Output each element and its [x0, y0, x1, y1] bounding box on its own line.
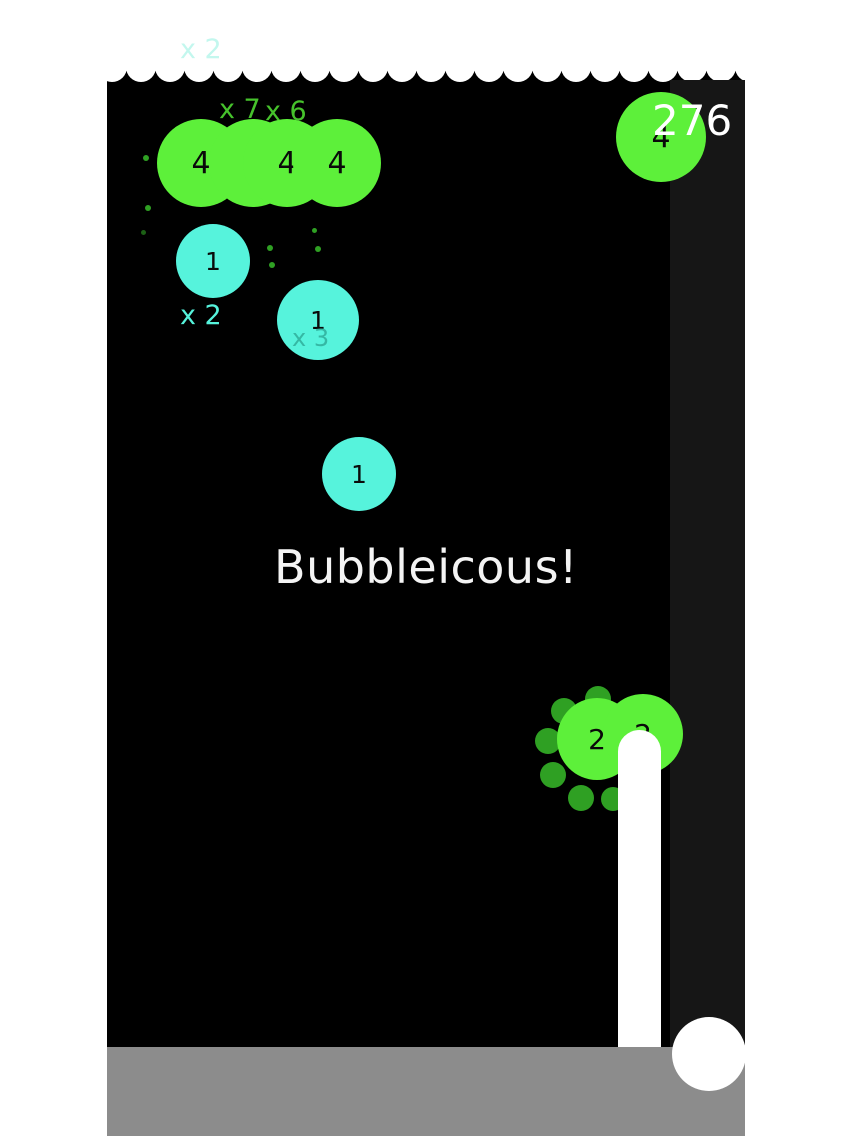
particle-dot	[540, 762, 566, 788]
particle-dot	[141, 230, 146, 235]
game-area[interactable]: x 2 4 4 4 x 7 x 6 4 276 1 x 2 1 x 3 1 Bu…	[107, 0, 745, 1136]
bubble-cyan: 1	[322, 437, 396, 511]
score-display: 276	[652, 96, 733, 145]
scallop	[416, 52, 446, 82]
scallop	[358, 52, 388, 82]
scallop	[329, 52, 359, 82]
scallop	[242, 52, 272, 82]
scallop	[590, 52, 620, 82]
particle-dot	[267, 245, 273, 251]
particle-dot	[568, 785, 594, 811]
next-bubble[interactable]	[672, 1017, 745, 1091]
particle-dot	[269, 262, 275, 268]
scallop	[677, 52, 707, 82]
bubble-green: 4	[293, 119, 381, 207]
scallop	[648, 52, 678, 82]
launcher-bar[interactable]	[618, 730, 661, 1050]
scallop	[619, 52, 649, 82]
scallop	[474, 52, 504, 82]
scallop	[300, 52, 330, 82]
multiplier-label: x 7	[219, 94, 261, 125]
multiplier-label: x 2	[180, 300, 222, 331]
particle-dot	[143, 155, 149, 161]
multiplier-label: x 2	[180, 34, 222, 65]
scallop	[126, 52, 156, 82]
particle-dot	[312, 228, 317, 233]
bubble-cyan: 1	[176, 224, 250, 298]
floor	[107, 1047, 745, 1136]
particle-dot	[145, 205, 151, 211]
multiplier-label: x 6	[265, 96, 307, 127]
scallop	[387, 52, 417, 82]
multiplier-label: x 3	[292, 324, 330, 352]
particle-dot	[315, 246, 321, 252]
scallop	[532, 52, 562, 82]
scallop	[503, 52, 533, 82]
scallop	[271, 52, 301, 82]
scallop	[561, 52, 591, 82]
combo-message: Bubbleicous!	[274, 540, 578, 594]
scallop	[706, 52, 736, 82]
scallop	[445, 52, 475, 82]
